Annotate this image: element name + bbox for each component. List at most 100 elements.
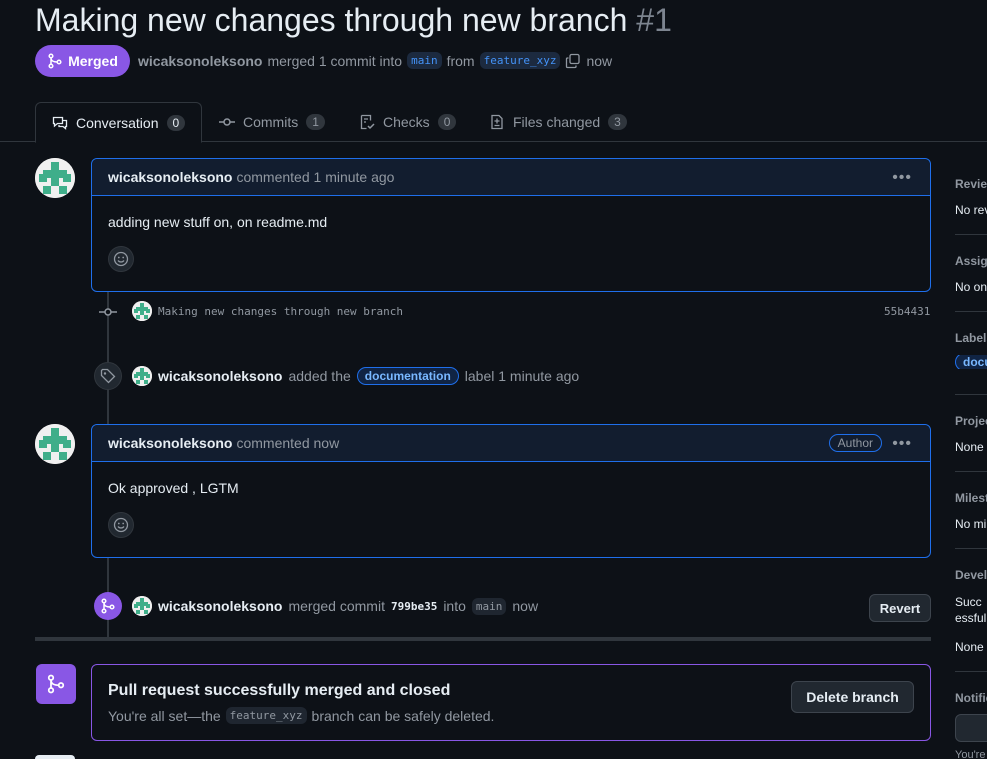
documentation-label[interactable]: documentation bbox=[356, 367, 459, 385]
pr-title-text: Making new changes through new branch bbox=[35, 2, 628, 38]
event-author[interactable]: wicaksonoleksono bbox=[158, 598, 282, 614]
event-pre-text: added the bbox=[288, 368, 351, 384]
documentation-label[interactable]: documentation bbox=[955, 355, 987, 369]
sidebar-projects-value: None yet bbox=[955, 440, 987, 454]
comment-box: wicaksonoleksono commented 1 minute ago … bbox=[91, 158, 931, 292]
event-mid-text: into bbox=[443, 598, 466, 614]
identicon-icon bbox=[132, 596, 152, 616]
git-merge-icon bbox=[36, 664, 76, 704]
pr-author-link[interactable]: wicaksonoleksono bbox=[138, 53, 262, 69]
desc-pre: You're all set—the bbox=[108, 707, 221, 724]
author-badge: Author bbox=[828, 434, 882, 452]
comment-text: adding new stuff on, on readme.md bbox=[108, 214, 328, 230]
tab-label: Checks bbox=[383, 114, 430, 130]
avatar[interactable] bbox=[35, 158, 75, 198]
merge-status-desc: You're all set—the feature_xyz branch ca… bbox=[108, 707, 494, 724]
comment-time: commented 1 minute ago bbox=[236, 169, 395, 185]
avatar[interactable] bbox=[132, 596, 152, 616]
sidebar-labels-value: documentation bbox=[955, 355, 987, 369]
tab-count: 0 bbox=[437, 114, 457, 130]
pr-tabs: Conversation 0 Commits 1 Checks 0 Files … bbox=[0, 102, 987, 143]
checklist-icon bbox=[360, 114, 375, 130]
add-reaction-button[interactable] bbox=[108, 246, 134, 272]
head-branch[interactable]: feature_xyz bbox=[479, 52, 561, 69]
comment-header: wicaksonoleksono commented now Author ••… bbox=[92, 425, 930, 462]
timeline-divider bbox=[35, 637, 931, 641]
tab-label: Files changed bbox=[513, 114, 601, 130]
git-commit-icon bbox=[219, 118, 235, 126]
tab-label: Commits bbox=[243, 114, 299, 130]
tab-commits[interactable]: Commits 1 bbox=[219, 102, 325, 142]
comment-author[interactable]: wicaksonoleksono bbox=[108, 435, 232, 451]
identicon-icon bbox=[132, 301, 152, 321]
label-event: wicaksonoleksono added the documentation… bbox=[132, 366, 579, 386]
file-diff-icon bbox=[491, 114, 503, 130]
state-label: Merged bbox=[68, 53, 118, 69]
sidebar-milestone-heading[interactable]: Milestone bbox=[955, 491, 987, 505]
avatar[interactable] bbox=[35, 755, 75, 759]
copy-icon[interactable] bbox=[565, 53, 581, 69]
identicon-icon bbox=[35, 158, 75, 198]
merge-commit-sha[interactable]: 799be35 bbox=[391, 600, 437, 613]
event-author[interactable]: wicaksonoleksono bbox=[158, 368, 282, 384]
tab-count: 0 bbox=[166, 114, 186, 131]
sidebar-divider bbox=[955, 671, 987, 672]
kebab-menu-icon[interactable]: ••• bbox=[892, 169, 912, 187]
commit-sha[interactable]: 55b4431 bbox=[884, 305, 930, 318]
avatar[interactable] bbox=[132, 366, 152, 386]
smiley-icon bbox=[113, 517, 129, 533]
sidebar-reviewers-value: No reviews bbox=[955, 203, 987, 217]
subscribe-button[interactable] bbox=[955, 714, 987, 742]
identicon-icon bbox=[35, 424, 75, 464]
sidebar-divider bbox=[955, 471, 987, 472]
commit-message[interactable]: Making new changes through new branch bbox=[158, 305, 403, 318]
delete-branch-button[interactable]: Delete branch bbox=[791, 681, 914, 713]
pr-meta: wicaksonoleksono merged 1 commit into ma… bbox=[138, 52, 612, 69]
event-time: now bbox=[512, 598, 539, 614]
merge-time: now bbox=[586, 52, 613, 69]
avatar[interactable] bbox=[35, 424, 75, 464]
tab-count: 3 bbox=[608, 114, 627, 130]
sidebar-development-heading[interactable]: Development bbox=[955, 568, 987, 582]
identicon-icon bbox=[132, 366, 152, 386]
tab-conversation[interactable]: Conversation 0 bbox=[35, 102, 202, 143]
comment-header: wicaksonoleksono commented 1 minute ago … bbox=[92, 159, 930, 196]
desc-post: branch can be safely deleted. bbox=[311, 707, 495, 724]
sidebar-milestone-value: No milestone bbox=[955, 517, 987, 531]
git-commit-icon bbox=[99, 308, 117, 316]
revert-button[interactable]: Revert bbox=[869, 594, 931, 622]
sidebar-development-none: None yet bbox=[955, 640, 987, 654]
base-branch[interactable]: main bbox=[407, 52, 442, 69]
avatar[interactable] bbox=[132, 301, 152, 321]
merge-status-title: Pull request successfully merged and clo… bbox=[108, 682, 451, 699]
head-branch[interactable]: feature_xyz bbox=[225, 707, 307, 724]
tab-label: Conversation bbox=[76, 114, 159, 131]
sidebar-divider bbox=[955, 394, 987, 395]
base-branch[interactable]: main bbox=[471, 597, 507, 615]
pr-number: #1 bbox=[636, 2, 672, 38]
comment-time: commented now bbox=[236, 435, 340, 451]
sidebar-development-value: Successfully merging this pull request m… bbox=[955, 595, 987, 625]
tab-count: 1 bbox=[306, 114, 325, 130]
comment-author[interactable]: wicaksonoleksono bbox=[108, 169, 232, 185]
sidebar-projects-heading[interactable]: Projects bbox=[955, 414, 987, 428]
sidebar-divider bbox=[955, 234, 987, 235]
git-merge-icon bbox=[48, 53, 62, 69]
add-reaction-button[interactable] bbox=[108, 512, 134, 538]
sidebar-divider bbox=[955, 311, 987, 312]
commit-event: Making new changes through new branch bbox=[132, 301, 403, 321]
sidebar-assignees-value: No one bbox=[955, 280, 987, 294]
from-text: from bbox=[446, 52, 475, 69]
merge-event: wicaksonoleksono merged commit 799be35 i… bbox=[132, 596, 538, 616]
comment-text: Ok approved , LGTM bbox=[108, 480, 239, 496]
kebab-menu-icon[interactable]: ••• bbox=[892, 435, 912, 453]
pr-title: Making new changes through new branch #1 bbox=[35, 0, 672, 40]
merged-state-badge: Merged bbox=[35, 45, 130, 77]
git-merge-icon bbox=[94, 592, 122, 620]
sidebar-notifications-value: You're not receiving notifications bbox=[955, 749, 987, 759]
sidebar-reviewers-heading[interactable]: Reviewers bbox=[955, 177, 987, 191]
tab-files-changed[interactable]: Files changed 3 bbox=[489, 102, 627, 142]
sidebar-assignees-heading[interactable]: Assignees bbox=[955, 254, 987, 268]
sidebar-labels-heading[interactable]: Labels bbox=[955, 331, 987, 345]
tab-checks[interactable]: Checks 0 bbox=[359, 102, 457, 142]
